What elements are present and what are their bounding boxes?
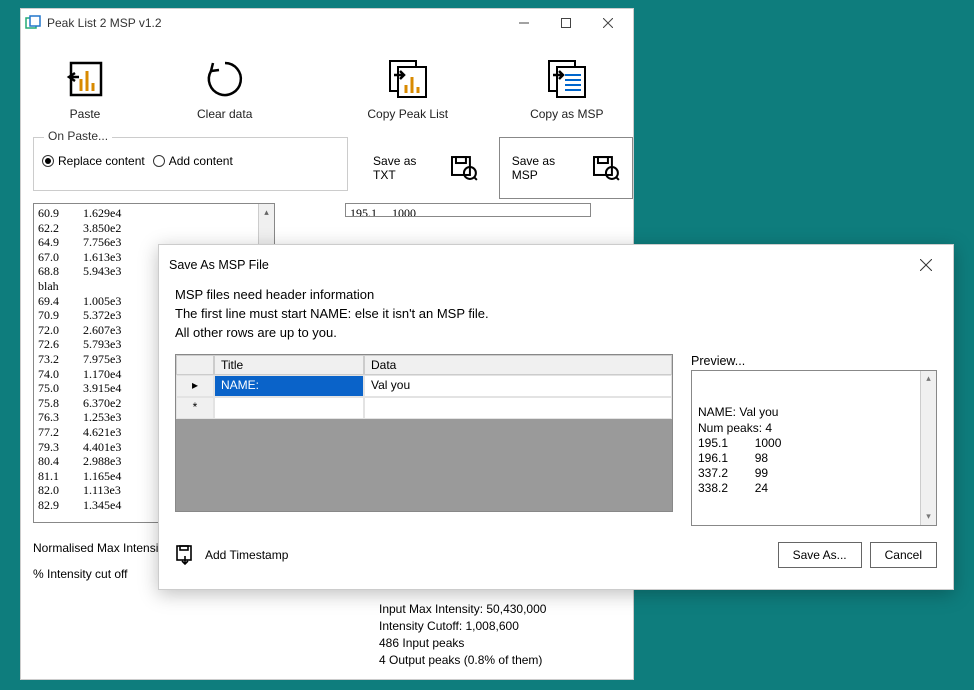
row-title-cell[interactable]: NAME:: [214, 375, 364, 397]
grid-col-title[interactable]: Title: [214, 355, 364, 375]
clear-data-button[interactable]: Clear data: [197, 57, 252, 121]
output-line: 195.1 1000: [346, 204, 590, 217]
paste-label: Paste: [70, 107, 101, 121]
onpaste-group: On Paste... Replace content Add content: [33, 137, 348, 191]
row-marker: ▸: [176, 375, 214, 397]
row-data-cell[interactable]: [364, 397, 672, 419]
maximize-button[interactable]: [545, 9, 587, 37]
stats-text: Input Max Intensity: 50,430,000Intensity…: [379, 601, 546, 669]
cancel-button[interactable]: Cancel: [870, 542, 937, 568]
dialog-close-button[interactable]: [909, 253, 943, 277]
preview-box[interactable]: NAME: Val you Num peaks: 4 195.1 1000 19…: [691, 370, 937, 526]
row-marker: *: [176, 397, 214, 419]
add-content-radio[interactable]: Add content: [153, 154, 233, 168]
clear-label: Clear data: [197, 107, 252, 121]
window-title: Peak List 2 MSP v1.2: [47, 16, 503, 30]
row-title-cell[interactable]: [214, 397, 364, 419]
copy-peaklist-button[interactable]: Copy Peak List: [367, 57, 448, 121]
save-icon: [592, 155, 620, 181]
grid-row[interactable]: ▸ NAME: Val you: [176, 375, 672, 397]
app-icon: [25, 15, 41, 31]
save-as-txt-button[interactable]: Save as TXT: [360, 137, 491, 199]
output-peaks-list[interactable]: 195.1 1000: [345, 203, 591, 217]
info-line-2: The first line must start NAME: else it …: [175, 304, 937, 323]
add-label: Add content: [169, 154, 233, 168]
timestamp-label: Add Timestamp: [205, 548, 288, 562]
preview-label: Preview...: [691, 354, 937, 368]
copy-msp-button[interactable]: Copy as MSP: [530, 57, 603, 121]
header-grid[interactable]: Title Data ▸ NAME: Val you *: [175, 354, 673, 512]
add-timestamp-button[interactable]: Add Timestamp: [175, 544, 288, 566]
close-button[interactable]: [587, 9, 629, 37]
info-line-1: MSP files need header information: [175, 285, 937, 304]
grid-col-data[interactable]: Data: [364, 355, 672, 375]
save-as-msp-button[interactable]: Save as MSP: [499, 137, 633, 199]
info-line-3: All other rows are up to you.: [175, 323, 937, 342]
grid-row[interactable]: *: [176, 397, 672, 419]
save-as-button[interactable]: Save As...: [778, 542, 862, 568]
paste-button[interactable]: Paste: [61, 57, 109, 121]
titlebar: Peak List 2 MSP v1.2: [21, 9, 633, 37]
save-msp-dialog: Save As MSP File MSP files need header i…: [158, 244, 954, 590]
timestamp-icon: [175, 544, 195, 566]
scrollbar[interactable]: ▴▾: [920, 371, 936, 525]
onpaste-legend: On Paste...: [44, 129, 112, 143]
minimize-button[interactable]: [503, 9, 545, 37]
save-txt-label: Save as TXT: [373, 154, 442, 182]
save-msp-label: Save as MSP: [512, 154, 584, 182]
replace-content-radio[interactable]: Replace content: [42, 154, 145, 168]
save-icon: [450, 155, 478, 181]
copy-peaklist-label: Copy Peak List: [367, 107, 448, 121]
replace-label: Replace content: [58, 154, 145, 168]
row-data-cell[interactable]: Val you: [364, 375, 672, 397]
dialog-title: Save As MSP File: [169, 258, 909, 272]
copy-msp-label: Copy as MSP: [530, 107, 603, 121]
